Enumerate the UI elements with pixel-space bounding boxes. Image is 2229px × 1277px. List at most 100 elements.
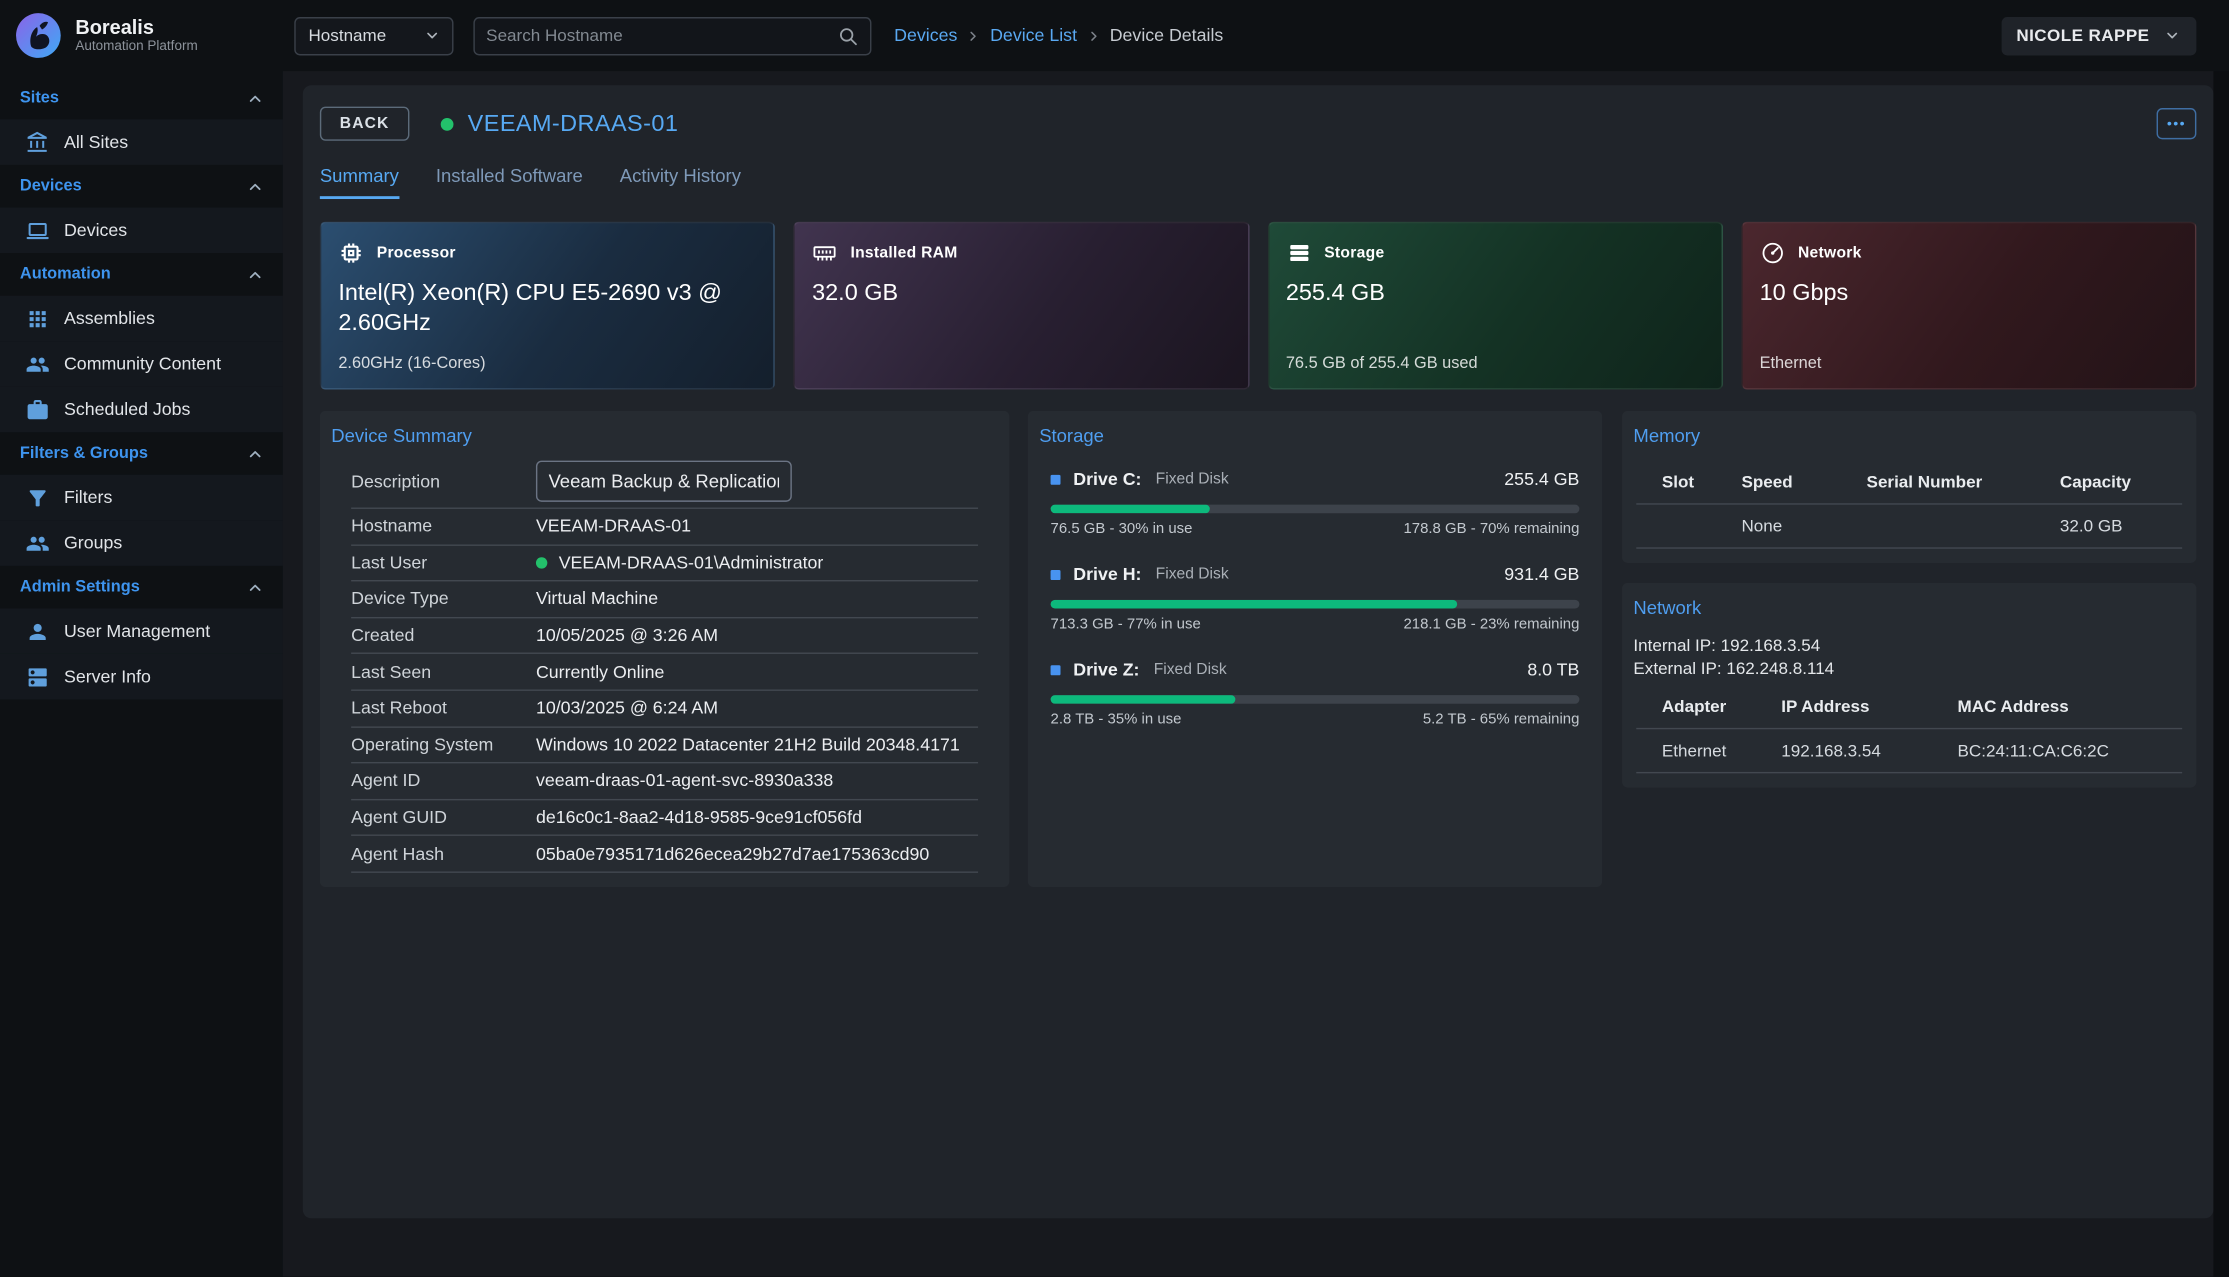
sidebar-item-server-info[interactable]: Server Info [0, 654, 283, 699]
brand: Borealis Automation Platform [0, 11, 283, 59]
memory-serial [1867, 516, 2060, 536]
summary-value: veeam-draas-01-agent-svc-8930a338 [536, 771, 978, 791]
summary-label: Last Reboot [351, 698, 536, 718]
external-ip: External IP: 162.248.8.114 [1633, 658, 2185, 680]
drive-progress [1051, 505, 1580, 514]
sidebar-section-filters-groups[interactable]: Filters & Groups [0, 432, 283, 475]
chevron-right-icon [1084, 26, 1102, 44]
sidebar-item-assemblies[interactable]: Assemblies [0, 296, 283, 341]
sidebar-section-devices[interactable]: Devices [0, 165, 283, 208]
tab-installed-software[interactable]: Installed Software [436, 165, 583, 199]
memory-header-serial: Serial Number [1867, 472, 2060, 492]
device-title: VEEAM-DRAAS-01 [468, 110, 679, 137]
sidebar-item-all-sites[interactable]: All Sites [0, 119, 283, 164]
back-button[interactable]: BACK [320, 107, 410, 141]
sidebar-item-label: Scheduled Jobs [64, 399, 190, 419]
sidebar-item-label: Groups [64, 533, 122, 553]
sidebar-item-filters[interactable]: Filters [0, 475, 283, 520]
chevron-down-icon [2162, 26, 2182, 46]
sidebar-item-label: All Sites [64, 132, 128, 152]
sidebar-item-label: Assemblies [64, 308, 155, 328]
search-input[interactable] [486, 26, 837, 46]
network-adapter: Ethernet [1662, 741, 1781, 761]
summary-row-agent-guid: Agent GUID de16c0c1-8aa2-4d18-9585-9ce91… [351, 800, 978, 836]
sidebar-item-label: Filters [64, 488, 112, 508]
cpu-icon [338, 240, 364, 266]
summary-value: Virtual Machine [536, 589, 978, 609]
description-input[interactable] [536, 461, 792, 502]
summary-value: Currently Online [536, 662, 978, 682]
summary-label: Operating System [351, 735, 536, 755]
sidebar-item-community-content[interactable]: Community Content [0, 341, 283, 386]
drive-row-z: Drive Z: Fixed Disk 8.0 TB 2.8 TB - 35% … [1051, 657, 1580, 728]
drive-type: Fixed Disk [1156, 566, 1229, 583]
summary-label: Device Type [351, 589, 536, 609]
sidebar-section-label: Sites [20, 90, 59, 107]
panel-title: Device Summary [320, 422, 1009, 455]
memory-capacity: 32.0 GB [2060, 516, 2174, 536]
stat-card-installed-ram: Installed RAM 32.0 GB [794, 222, 1249, 390]
drive-name: Drive Z: [1073, 660, 1139, 680]
breadcrumb: Devices Device List Device Details [894, 26, 1223, 46]
breadcrumb-item-device-list[interactable]: Device List [990, 26, 1077, 46]
summary-value: de16c0c1-8aa2-4d18-9585-9ce91cf056fd [536, 808, 978, 828]
stat-value: 255.4 GB [1286, 279, 1691, 309]
tab-activity-history[interactable]: Activity History [620, 165, 741, 199]
drive-progress-fill [1051, 505, 1210, 514]
topbar: Borealis Automation Platform Hostname De… [0, 0, 2229, 71]
summary-row-device-type: Device Type Virtual Machine [351, 582, 978, 618]
groups-icon [26, 531, 50, 555]
stat-card-storage: Storage 255.4 GB 76.5 GB of 255.4 GB use… [1267, 222, 1722, 390]
device-summary-panel: Device Summary Description Hostname VEEA… [320, 411, 1009, 887]
sidebar-item-devices[interactable]: Devices [0, 208, 283, 253]
network-icon [1760, 240, 1786, 266]
sidebar-item-label: Server Info [64, 667, 151, 687]
summary-label: Agent GUID [351, 808, 536, 828]
sidebar-item-label: Devices [64, 220, 127, 240]
drive-size: 8.0 TB [1527, 660, 1579, 680]
stat-value: 32.0 GB [812, 279, 1217, 309]
breadcrumb-item-devices[interactable]: Devices [894, 26, 957, 46]
stat-card-processor: Processor Intel(R) Xeon(R) CPU E5-2690 v… [320, 222, 775, 390]
drive-remaining: 218.1 GB - 23% remaining [1403, 616, 1579, 633]
drive-size: 255.4 GB [1504, 469, 1579, 489]
panel-title: Network [1622, 594, 2196, 627]
drive-bullet-icon [1051, 569, 1061, 579]
filter-icon [26, 485, 50, 509]
summary-label: Last User [351, 553, 536, 573]
overflow-menu-button[interactable]: ••• [2157, 108, 2197, 139]
borealis-logo-icon [14, 11, 62, 59]
network-header-mac: MAC Address [1958, 697, 2174, 717]
memory-row: None 32.0 GB [1636, 505, 2182, 549]
sidebar-section-automation[interactable]: Automation [0, 253, 283, 296]
chevron-up-icon [245, 443, 266, 464]
user-menu[interactable]: NICOLE RAPPE [2002, 16, 2196, 54]
chevron-up-icon [245, 576, 266, 597]
drive-used: 76.5 GB - 30% in use [1051, 520, 1193, 537]
drive-type: Fixed Disk [1156, 471, 1229, 488]
grid-icon [26, 306, 50, 330]
drive-type: Fixed Disk [1154, 661, 1227, 678]
summary-value: 10/05/2025 @ 3:26 AM [536, 626, 978, 646]
hostname-filter-select[interactable]: Hostname [294, 16, 453, 54]
network-header-adapter: Adapter [1662, 697, 1781, 717]
sidebar-item-user-management[interactable]: User Management [0, 608, 283, 653]
device-header: BACK VEEAM-DRAAS-01 ••• [320, 105, 2197, 142]
network-panel: Network Internal IP: 192.168.3.54 Extern… [1622, 583, 2196, 788]
scrollbar-track[interactable] [2213, 71, 2229, 1277]
summary-row-last-seen: Last Seen Currently Online [351, 654, 978, 690]
online-status-dot [441, 117, 454, 130]
summary-label: Agent Hash [351, 844, 536, 864]
sidebar-item-groups[interactable]: Groups [0, 520, 283, 565]
summary-value: VEEAM-DRAAS-01\Administrator [559, 553, 824, 573]
chevron-up-icon [245, 176, 266, 197]
sidebar-section-admin-settings[interactable]: Admin Settings [0, 566, 283, 609]
sidebar-item-scheduled-jobs[interactable]: Scheduled Jobs [0, 387, 283, 432]
summary-value: Windows 10 2022 Datacenter 21H2 Build 20… [536, 735, 978, 755]
tab-summary[interactable]: Summary [320, 165, 399, 199]
memory-header-slot: Slot [1662, 472, 1742, 492]
sidebar-section-sites[interactable]: Sites [0, 77, 283, 120]
summary-row-last-reboot: Last Reboot 10/03/2025 @ 6:24 AM [351, 691, 978, 727]
sidebar-section-label: Admin Settings [20, 579, 140, 596]
network-table: Adapter IP Address MAC Address Ethernet … [1636, 685, 2182, 773]
